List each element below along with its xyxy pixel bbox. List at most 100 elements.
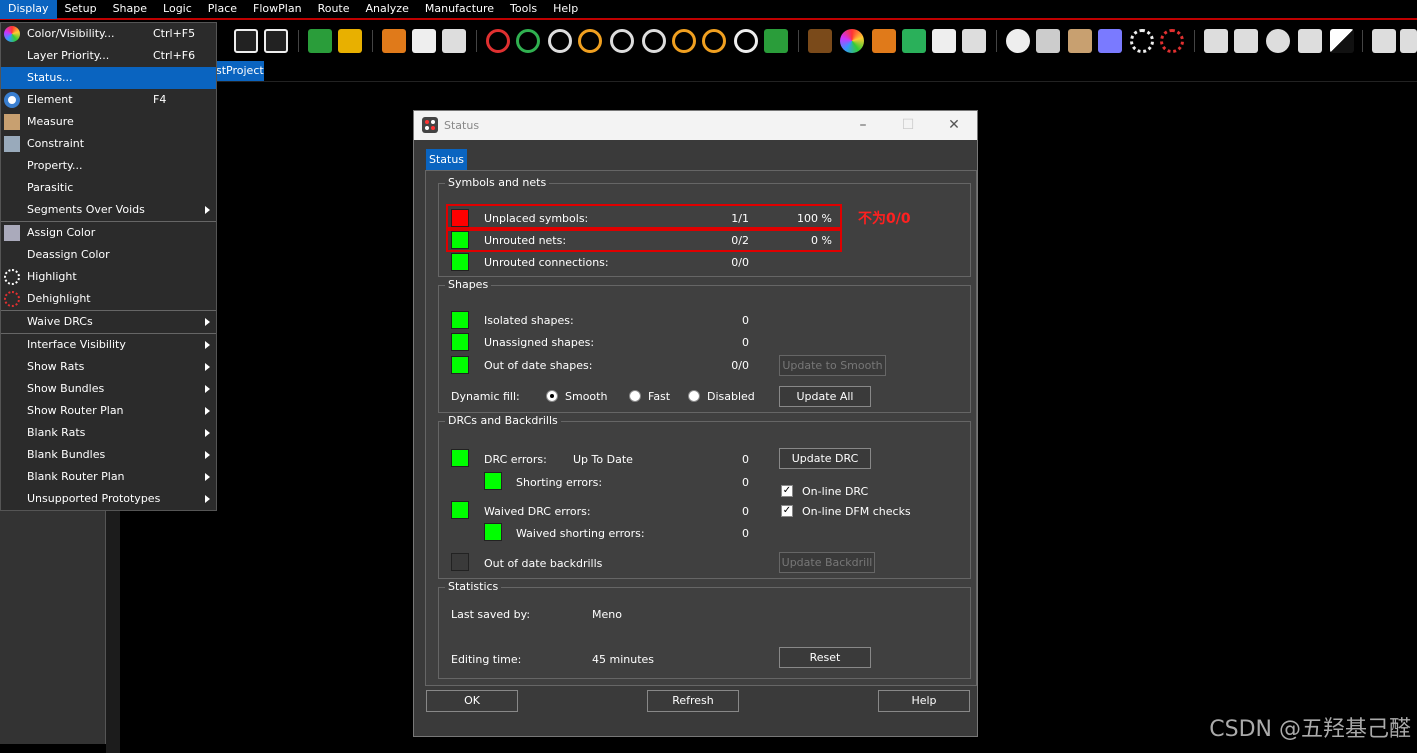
refresh-button[interactable]: Refresh [647, 690, 739, 712]
dialog-title: Status [444, 119, 480, 132]
menu-item-assign-color[interactable]: Assign Color [1, 222, 216, 244]
menu-item-waive-drcs[interactable]: Waive DRCs [1, 311, 216, 333]
toolbar-separator [1194, 30, 1195, 52]
shape-rect-icon[interactable] [1234, 29, 1258, 53]
pin-icon[interactable] [1372, 29, 1396, 53]
grid-icon[interactable] [808, 29, 832, 53]
menu-analyze[interactable]: Analyze [358, 0, 417, 19]
menu-item-blank-router-plan[interactable]: Blank Router Plan [1, 466, 216, 488]
menu-item-blank-bundles[interactable]: Blank Bundles [1, 444, 216, 466]
menu-item-label: Assign Color [27, 226, 96, 239]
menu-help[interactable]: Help [545, 0, 586, 19]
online-drc-checkbox[interactable]: ✓ [781, 485, 793, 497]
zoom-window-icon[interactable] [578, 29, 602, 53]
pin-swap-icon[interactable] [1400, 29, 1417, 53]
fill-disabled-radio[interactable] [688, 390, 700, 402]
zoom-center-icon[interactable] [702, 29, 726, 53]
highlight-icon[interactable] [1130, 29, 1154, 53]
menu-item-property[interactable]: Property... [1, 155, 216, 177]
menu-item-parasitic[interactable]: Parasitic [1, 177, 216, 199]
select-shape-icon[interactable] [1298, 29, 1322, 53]
menu-item-layer-priority[interactable]: Layer Priority... Ctrl+F6 [1, 45, 216, 67]
reset-button[interactable]: Reset [779, 647, 871, 668]
shape-add-icon[interactable] [1204, 29, 1228, 53]
update-drc-button[interactable]: Update DRC [779, 448, 871, 469]
menu-setup[interactable]: Setup [57, 0, 105, 19]
menu-tools[interactable]: Tools [502, 0, 545, 19]
dehighlight-icon[interactable] [1160, 29, 1184, 53]
menu-flowplan[interactable]: FlowPlan [245, 0, 310, 19]
submenu-arrow-icon [205, 206, 210, 214]
menu-item-color-visibility[interactable]: Color/Visibility... Ctrl+F5 [1, 23, 216, 45]
zoom-prev-icon[interactable] [672, 29, 696, 53]
menu-item-interface-visibility[interactable]: Interface Visibility [1, 334, 216, 356]
dialog-titlebar[interactable]: Status – ☐ ✕ [414, 111, 977, 140]
menu-item-constraint[interactable]: Constraint [1, 133, 216, 155]
menu-item-unsupported-prototypes[interactable]: Unsupported Prototypes [1, 488, 216, 510]
menu-item-highlight[interactable]: Highlight [1, 266, 216, 288]
menu-item-show-bundles[interactable]: Show Bundles [1, 378, 216, 400]
zoom-out-icon[interactable] [642, 29, 666, 53]
menu-item-show-router-plan[interactable]: Show Router Plan [1, 400, 216, 422]
minimize-icon[interactable]: – [849, 115, 877, 135]
update-to-smooth-button[interactable]: Update to Smooth [779, 355, 886, 376]
maximize-icon[interactable]: ☐ [894, 115, 922, 135]
zoom-in-icon[interactable] [610, 29, 634, 53]
update-all-button[interactable]: Update All [779, 386, 871, 407]
measure-icon[interactable] [1068, 29, 1092, 53]
menu-display[interactable]: Display [0, 0, 57, 19]
menu-item-status[interactable]: Status... [1, 67, 216, 89]
menu-manufacture[interactable]: Manufacture [417, 0, 502, 19]
last-saved-value: Meno [592, 608, 622, 621]
menu-item-segments-over-voids[interactable]: Segments Over Voids [1, 199, 216, 221]
document-tab[interactable]: stProject [216, 61, 264, 81]
menu-item-deassign-color[interactable]: Deassign Color [1, 244, 216, 266]
assign-color-icon[interactable] [1098, 29, 1122, 53]
board-icon[interactable] [308, 29, 332, 53]
net-icon[interactable] [516, 29, 540, 53]
info-icon[interactable] [1036, 29, 1060, 53]
menu-item-blank-rats[interactable]: Blank Rats [1, 422, 216, 444]
menu-item-measure[interactable]: Measure [1, 111, 216, 133]
shadow-icon[interactable] [872, 29, 896, 53]
menu-item-dehighlight[interactable]: Dehighlight [1, 288, 216, 310]
menu-item-show-rats[interactable]: Show Rats [1, 356, 216, 378]
text-edit-icon[interactable] [264, 29, 288, 53]
zoom-fit-icon[interactable] [548, 29, 572, 53]
drc-icon[interactable] [486, 29, 510, 53]
menu-shape[interactable]: Shape [105, 0, 155, 19]
redraw-icon[interactable] [734, 29, 758, 53]
fill-smooth-radio[interactable] [546, 390, 558, 402]
settings-page-icon[interactable] [962, 29, 986, 53]
constraint-icon [4, 136, 20, 152]
color-icon[interactable] [840, 29, 864, 53]
ok-button[interactable]: OK [426, 690, 518, 712]
status-dialog: Status – ☐ ✕ Status Symbols and nets Unp… [413, 110, 978, 737]
fill-fast-radio[interactable] [629, 390, 641, 402]
close-icon[interactable]: ✕ [940, 115, 968, 135]
visibility-eye-icon[interactable] [1006, 29, 1030, 53]
display-menu: Color/Visibility... Ctrl+F5 Layer Priority… [0, 22, 217, 511]
spreadsheet-icon[interactable] [932, 29, 956, 53]
menu-place[interactable]: Place [200, 0, 245, 19]
3d-view-icon[interactable] [764, 29, 788, 53]
menu-item-element[interactable]: Element F4 [1, 89, 216, 111]
menu-route[interactable]: Route [310, 0, 358, 19]
menu-item-label: Status... [27, 71, 73, 84]
hand-icon[interactable] [412, 29, 436, 53]
waived-drc-label: Waived DRC errors: [484, 505, 591, 518]
help-button[interactable]: Help [878, 690, 970, 712]
text-tool-icon[interactable] [234, 29, 258, 53]
shape-circle-icon[interactable] [1266, 29, 1290, 53]
online-dfm-checkbox[interactable]: ✓ [781, 505, 793, 517]
menu-logic[interactable]: Logic [155, 0, 200, 19]
fanout-icon[interactable] [442, 29, 466, 53]
update-backdrill-button[interactable]: Update Backdrill [779, 552, 875, 573]
chip-icon[interactable] [338, 29, 362, 53]
void-icon[interactable] [1330, 29, 1354, 53]
route-icon[interactable] [382, 29, 406, 53]
menu-item-label: Show Rats [27, 360, 85, 373]
menu-item-label: Show Bundles [27, 382, 105, 395]
tab-status[interactable]: Status [426, 149, 467, 170]
layers-icon[interactable] [902, 29, 926, 53]
